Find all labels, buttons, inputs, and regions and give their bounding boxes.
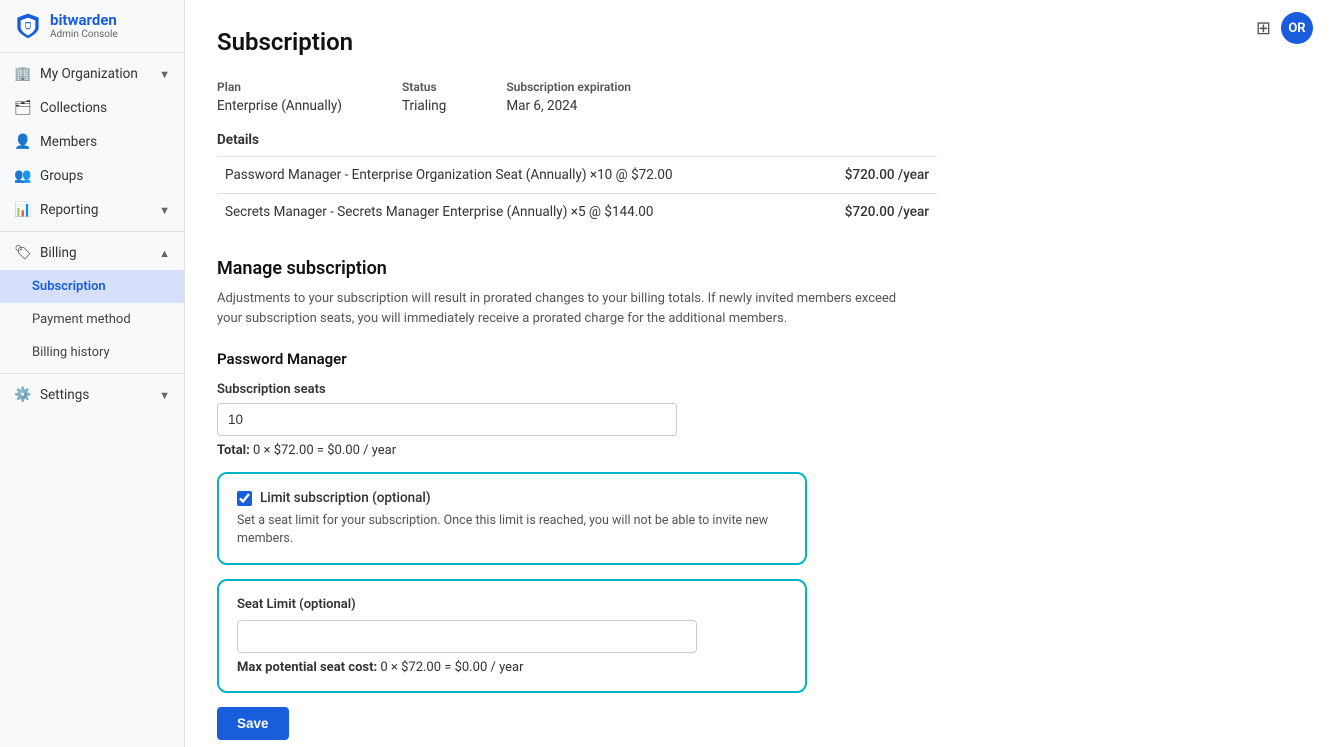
total-value: 0 × $72.00 = $0.00 / year (253, 443, 396, 458)
manage-description: Adjustments to your subscription will re… (217, 289, 917, 328)
table-row: Secrets Manager - Secrets Manager Enterp… (217, 194, 937, 231)
avatar[interactable]: OR (1281, 12, 1313, 44)
sidebar-item-reporting[interactable]: 📊 Reporting ▼ (0, 193, 184, 227)
total-label: Total: (217, 443, 250, 458)
plan-col-value: Enterprise (Annually) (217, 98, 342, 114)
sidebar-item-reporting-label: Reporting (40, 202, 98, 218)
total-line: Total: 0 × $72.00 = $0.00 / year (217, 443, 1297, 458)
logo-area: bitwarden Admin Console (0, 0, 184, 53)
status-col-value: Trialing (402, 98, 446, 114)
sidebar-item-payment-method[interactable]: Payment method (0, 303, 184, 336)
reporting-icon: 📊 (14, 202, 32, 218)
org-icon: 🏢 (14, 66, 32, 82)
expiry-col-label: Subscription expiration (506, 80, 631, 94)
detail-description: Password Manager - Enterprise Organizati… (217, 157, 809, 194)
status-col-label: Status (402, 80, 446, 94)
sidebar-item-groups[interactable]: 👥 Groups (0, 159, 184, 193)
sidebar-item-members-label: Members (40, 134, 97, 150)
chevron-down-icon: ▼ (159, 68, 170, 81)
header-area: ⊞ OR (1256, 12, 1313, 44)
expiry-column: Subscription expiration Mar 6, 2024 (506, 80, 631, 114)
table-row: Password Manager - Enterprise Organizati… (217, 157, 937, 194)
sidebar-item-settings-label: Settings (40, 387, 89, 403)
sidebar-item-billing-history[interactable]: Billing history (0, 336, 184, 369)
sidebar-item-my-organization[interactable]: 🏢 My Organization ▼ (0, 57, 184, 91)
chevron-up-icon-billing: ▲ (159, 247, 170, 260)
nav-section-main: 🏢 My Organization ▼ 🗂 Collections 👤 Memb… (0, 53, 184, 416)
limit-subscription-description: Set a seat limit for your subscription. … (237, 512, 787, 547)
chevron-down-icon-reporting: ▼ (159, 204, 170, 217)
limit-subscription-checkbox[interactable] (237, 491, 252, 506)
manage-title: Manage subscription (217, 258, 1297, 279)
settings-icon: ⚙️ (14, 387, 32, 403)
max-cost-line: Max potential seat cost: 0 × $72.00 = $0… (237, 660, 787, 675)
sidebar: bitwarden Admin Console 🏢 My Organizatio… (0, 0, 185, 747)
sidebar-item-groups-label: Groups (40, 168, 83, 184)
status-column: Status Trialing (402, 80, 446, 114)
seats-label: Subscription seats (217, 382, 1297, 397)
seat-limit-label: Seat Limit (optional) (237, 597, 787, 612)
detail-price: $720.00 /year (809, 194, 937, 231)
limit-checkbox-row: Limit subscription (optional) (237, 490, 787, 506)
sidebar-item-billing[interactable]: 🏷 Billing ▲ (0, 236, 184, 270)
main-content: ⊞ OR Subscription Plan Enterprise (Annua… (185, 0, 1329, 747)
subscription-seats-input[interactable] (217, 403, 677, 436)
details-label: Details (217, 132, 1297, 148)
seat-limit-input[interactable] (237, 620, 697, 653)
sidebar-item-collections[interactable]: 🗂 Collections (0, 91, 184, 125)
logo-subtitle: Admin Console (50, 29, 118, 40)
detail-price: $720.00 /year (809, 157, 937, 194)
sidebar-item-payment-method-label: Payment method (32, 312, 131, 327)
sidebar-item-subscription-label: Subscription (32, 279, 106, 294)
logo-name: bitwarden (50, 12, 118, 29)
nav-divider (0, 231, 184, 232)
bitwarden-logo-icon (14, 12, 42, 40)
password-manager-title: Password Manager (217, 350, 1297, 368)
members-icon: 👤 (14, 134, 32, 150)
max-cost-value: 0 × $72.00 = $0.00 / year (380, 660, 523, 675)
detail-description: Secrets Manager - Secrets Manager Enterp… (217, 194, 809, 231)
groups-icon: 👥 (14, 168, 32, 184)
page-title: Subscription (217, 28, 1297, 56)
limit-subscription-box: Limit subscription (optional) Set a seat… (217, 472, 807, 565)
collections-icon: 🗂 (14, 100, 32, 116)
sidebar-item-members[interactable]: 👤 Members (0, 125, 184, 159)
expiry-col-value: Mar 6, 2024 (506, 98, 577, 114)
sidebar-item-subscription[interactable]: Subscription (0, 270, 184, 303)
sidebar-item-my-organization-label: My Organization (40, 66, 138, 82)
billing-icon: 🏷 (14, 245, 32, 261)
sidebar-item-billing-label: Billing (40, 245, 77, 261)
save-button[interactable]: Save (217, 707, 289, 740)
details-table: Password Manager - Enterprise Organizati… (217, 156, 937, 230)
sidebar-item-settings[interactable]: ⚙️ Settings ▼ (0, 378, 184, 412)
nav-divider-2 (0, 373, 184, 374)
plan-info: Plan Enterprise (Annually) Status Triali… (217, 80, 1297, 114)
sidebar-item-billing-history-label: Billing history (32, 345, 110, 360)
limit-subscription-label[interactable]: Limit subscription (optional) (260, 490, 431, 506)
plan-col-label: Plan (217, 80, 342, 94)
sidebar-item-collections-label: Collections (40, 100, 107, 116)
chevron-down-icon-settings: ▼ (159, 389, 170, 402)
seat-limit-box: Seat Limit (optional) Max potential seat… (217, 579, 807, 693)
logo-text: bitwarden Admin Console (50, 12, 118, 40)
grid-icon[interactable]: ⊞ (1256, 18, 1271, 39)
plan-column: Plan Enterprise (Annually) (217, 80, 342, 114)
max-cost-label: Max potential seat cost: (237, 660, 377, 675)
